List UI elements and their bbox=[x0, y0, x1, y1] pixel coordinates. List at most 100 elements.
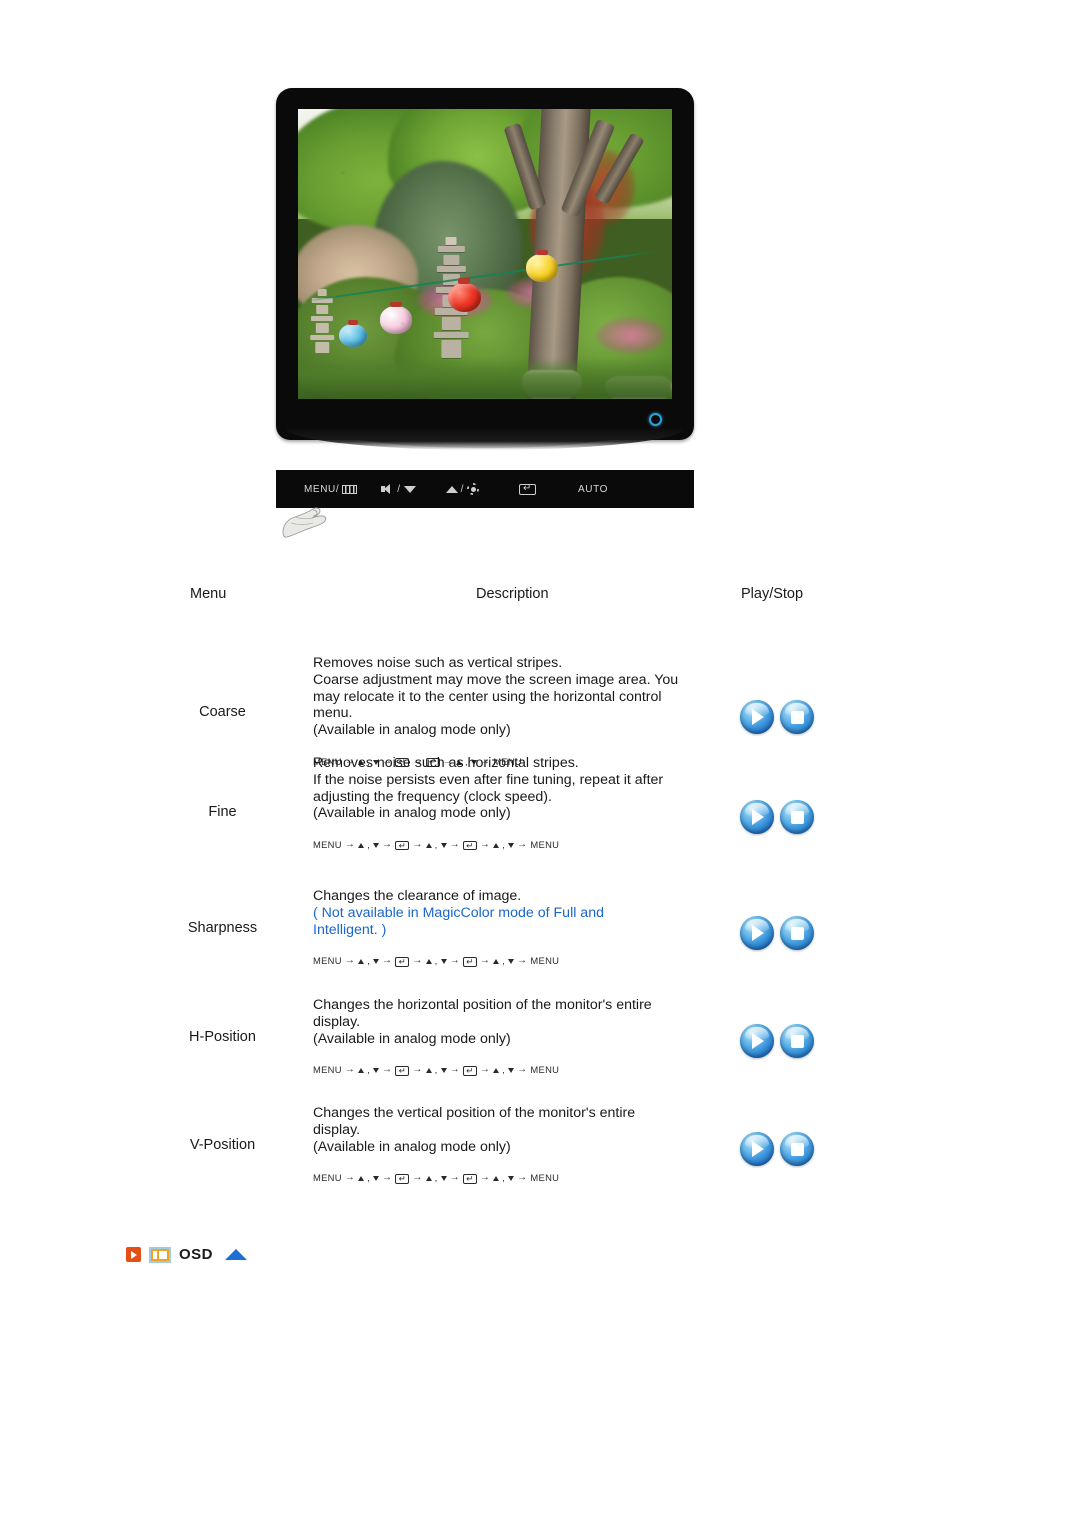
enter-icon bbox=[519, 483, 537, 495]
play-button[interactable] bbox=[740, 916, 774, 950]
play-stop-buttons bbox=[740, 700, 814, 734]
arrow-right-icon: → bbox=[382, 839, 393, 851]
stop-button[interactable] bbox=[780, 1132, 814, 1166]
navigation-sequence: MENU → , → → , → → , → MENU bbox=[313, 1172, 713, 1184]
description-line: Coarse adjustment may move the screen im… bbox=[313, 671, 679, 688]
play-button[interactable] bbox=[740, 1024, 774, 1058]
nav-menu-label: MENU bbox=[530, 955, 560, 967]
arrow-right-icon: → bbox=[479, 839, 491, 851]
arrow-right-icon: → bbox=[344, 839, 356, 851]
triangle-up-icon bbox=[493, 959, 500, 965]
enter-icon bbox=[395, 1066, 410, 1076]
arrow-right-icon: → bbox=[479, 955, 491, 967]
table-row: Fine Removes noise such as horizontal st… bbox=[0, 747, 1080, 880]
navigation-sequence: MENU → , → → , → → , → MENU bbox=[313, 1064, 713, 1076]
arrow-right-icon: → bbox=[449, 1064, 460, 1076]
triangle-up-icon bbox=[425, 959, 432, 965]
monitor-control-panel: MENU/ / / AUTO bbox=[276, 470, 694, 508]
enter-icon bbox=[462, 957, 477, 967]
osd-label: OSD bbox=[179, 1246, 214, 1263]
triangle-down-icon bbox=[373, 1068, 380, 1074]
triangle-up-icon bbox=[493, 1068, 500, 1074]
bars-icon bbox=[342, 484, 358, 494]
row-menu-label: Sharpness bbox=[187, 920, 258, 936]
description-line: Removes noise such as horizontal stripes… bbox=[313, 755, 579, 771]
photo-grain bbox=[298, 109, 672, 399]
arrow-right-icon: → bbox=[479, 1172, 491, 1184]
play-button[interactable] bbox=[740, 700, 774, 734]
play-stop-buttons bbox=[740, 1132, 814, 1166]
enter-icon bbox=[395, 1174, 410, 1184]
stop-button[interactable] bbox=[780, 800, 814, 834]
menu-button[interactable]: MENU/ bbox=[304, 483, 358, 495]
button-gloss bbox=[785, 1026, 809, 1041]
nav-comma: , bbox=[434, 955, 438, 967]
nav-comma: , bbox=[502, 1064, 506, 1076]
row-description: Changes the horizontal position of the m… bbox=[313, 997, 713, 1076]
arrow-right-icon: → bbox=[517, 955, 528, 967]
nav-menu-label: MENU bbox=[313, 839, 342, 851]
monitor-base-shadow bbox=[286, 428, 684, 450]
enter-icon bbox=[395, 840, 410, 851]
button-gloss bbox=[745, 1026, 769, 1041]
triangle-up-icon bbox=[493, 1176, 500, 1182]
play-stop-buttons bbox=[740, 916, 814, 950]
arrow-right-icon: → bbox=[382, 1172, 393, 1184]
monitor-illustration bbox=[276, 88, 694, 458]
nav-menu-label: MENU bbox=[313, 1172, 342, 1184]
nav-comma: , bbox=[434, 839, 438, 851]
stop-button[interactable] bbox=[780, 916, 814, 950]
description-line: Changes the clearance of image. bbox=[313, 888, 522, 904]
description-line: Changes the horizontal position of the m… bbox=[313, 997, 652, 1013]
orange-play-icon[interactable] bbox=[126, 1247, 141, 1262]
triangle-down-icon bbox=[508, 959, 515, 965]
row-menu-label: Coarse bbox=[199, 704, 246, 720]
row-menu-label: V-Position bbox=[189, 1137, 256, 1153]
nav-menu-label: MENU bbox=[313, 955, 342, 967]
blue-up-arrow-icon[interactable] bbox=[225, 1249, 248, 1260]
description-line: ( Not available in MagicColor mode of Fu… bbox=[313, 904, 604, 921]
menu-button-label: MENU/ bbox=[304, 483, 340, 495]
brightness-up-button[interactable]: / bbox=[445, 483, 479, 495]
description-line: may relocate it to the center using the … bbox=[313, 688, 662, 705]
triangle-down-icon bbox=[440, 1068, 447, 1074]
row-description: Removes noise such as horizontal stripes… bbox=[313, 755, 713, 851]
triangle-up-icon bbox=[445, 485, 458, 493]
arrow-right-icon: → bbox=[382, 955, 393, 967]
nav-comma: , bbox=[502, 1172, 506, 1184]
arrow-right-icon: → bbox=[479, 1064, 491, 1076]
triangle-down-icon bbox=[373, 1176, 380, 1182]
button-gloss bbox=[745, 702, 769, 717]
description-line: Changes the vertical position of the mon… bbox=[313, 1105, 636, 1121]
nav-comma: , bbox=[502, 839, 506, 851]
hand-pointer-icon bbox=[282, 507, 327, 538]
arrow-right-icon: → bbox=[412, 839, 423, 851]
osd-menu-table: Menu Description Play/Stop Coarse Remove… bbox=[0, 586, 1080, 1212]
triangle-up-icon bbox=[358, 959, 365, 965]
enter-button[interactable] bbox=[519, 483, 537, 495]
arrow-right-icon: → bbox=[412, 1064, 423, 1076]
osd-footer[interactable]: OSD bbox=[126, 1246, 248, 1263]
separator-slash: / bbox=[460, 483, 465, 495]
nav-menu-label: MENU bbox=[313, 1064, 342, 1076]
stop-button[interactable] bbox=[780, 700, 814, 734]
triangle-up-icon bbox=[425, 843, 432, 849]
play-button[interactable] bbox=[740, 800, 774, 834]
nav-menu-label: MENU bbox=[530, 1064, 560, 1076]
nav-menu-label: MENU bbox=[530, 839, 560, 851]
description-line: Removes noise such as vertical stripes. bbox=[313, 655, 563, 671]
play-button[interactable] bbox=[740, 1132, 774, 1166]
volume-down-button[interactable]: / bbox=[381, 484, 416, 495]
sun-icon bbox=[467, 483, 479, 495]
osd-screen-icon[interactable] bbox=[149, 1246, 171, 1263]
enter-icon bbox=[462, 840, 477, 851]
nav-comma: , bbox=[367, 1172, 371, 1184]
description-line: (Available in analog mode only) bbox=[313, 722, 511, 739]
stop-button[interactable] bbox=[780, 1024, 814, 1058]
arrow-right-icon: → bbox=[412, 1172, 423, 1184]
row-description: Changes the vertical position of the mon… bbox=[313, 1105, 713, 1184]
triangle-down-icon bbox=[373, 843, 380, 849]
auto-button[interactable]: AUTO bbox=[578, 484, 608, 495]
nav-comma: , bbox=[367, 955, 371, 967]
triangle-up-icon bbox=[493, 843, 500, 849]
